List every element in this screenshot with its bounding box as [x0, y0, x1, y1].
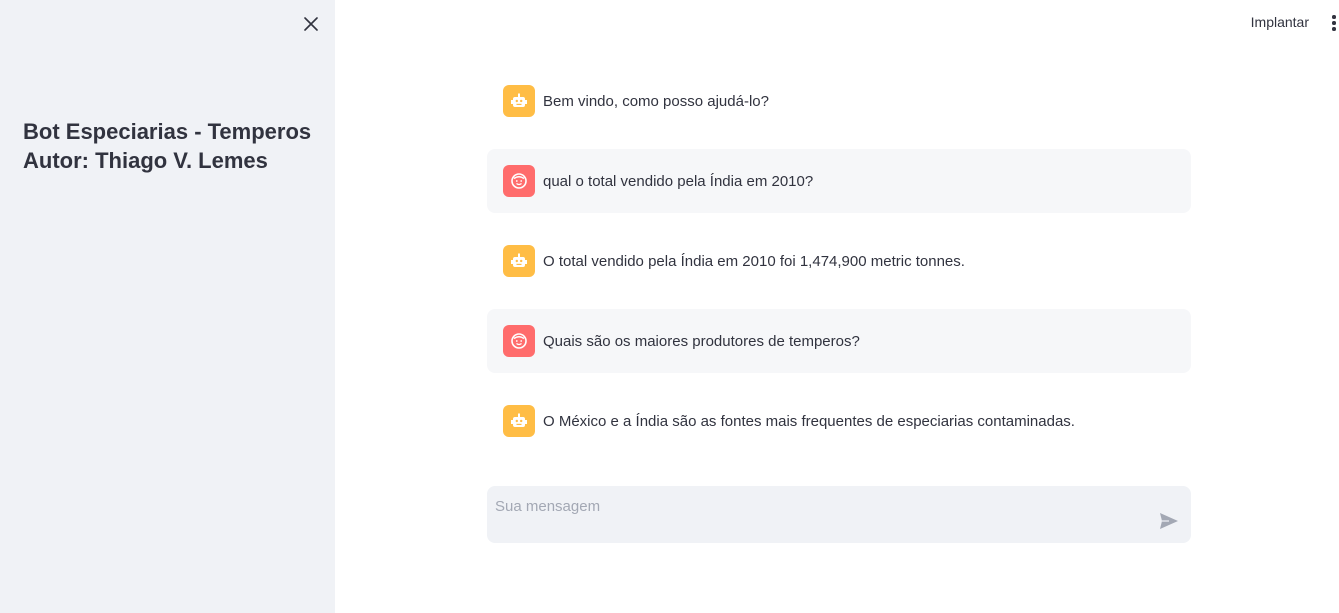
more-vertical-icon[interactable] [1329, 13, 1339, 33]
chat-message-user: qual o total vendido pela Índia em 2010? [487, 149, 1191, 213]
deploy-button[interactable]: Implantar [1251, 14, 1309, 30]
robot-icon [503, 85, 535, 117]
chat-messages: Bem vindo, como posso ajudá-lo? qual o t… [487, 69, 1191, 469]
message-text: qual o total vendido pela Índia em 2010? [543, 172, 814, 190]
send-icon[interactable] [1157, 509, 1181, 533]
sidebar-title-line2: Autor: Thiago V. Lemes [23, 148, 268, 173]
robot-icon [503, 245, 535, 277]
chat-input[interactable] [495, 494, 1135, 518]
message-text: Bem vindo, como posso ajudá-lo? [543, 92, 769, 110]
robot-icon [503, 405, 535, 437]
close-icon[interactable] [300, 13, 322, 35]
sidebar: Bot Especiarias - Temperos Autor: Thiago… [0, 0, 335, 613]
chat-input-container [487, 486, 1191, 543]
sidebar-title: Bot Especiarias - Temperos Autor: Thiago… [23, 117, 323, 175]
chat-message-assistant: Bem vindo, como posso ajudá-lo? [487, 69, 1191, 133]
message-text: O total vendido pela Índia em 2010 foi 1… [543, 252, 965, 270]
chat-message-assistant: O México e a Índia são as fontes mais fr… [487, 389, 1191, 453]
smiley-face-icon [503, 165, 535, 197]
chat-message-assistant: O total vendido pela Índia em 2010 foi 1… [487, 229, 1191, 293]
sidebar-title-line1: Bot Especiarias - Temperos [23, 119, 312, 144]
chat-message-user: Quais são os maiores produtores de tempe… [487, 309, 1191, 373]
smiley-face-icon [503, 325, 535, 357]
message-text: O México e a Índia são as fontes mais fr… [543, 412, 1075, 430]
message-text: Quais são os maiores produtores de tempe… [543, 332, 860, 350]
